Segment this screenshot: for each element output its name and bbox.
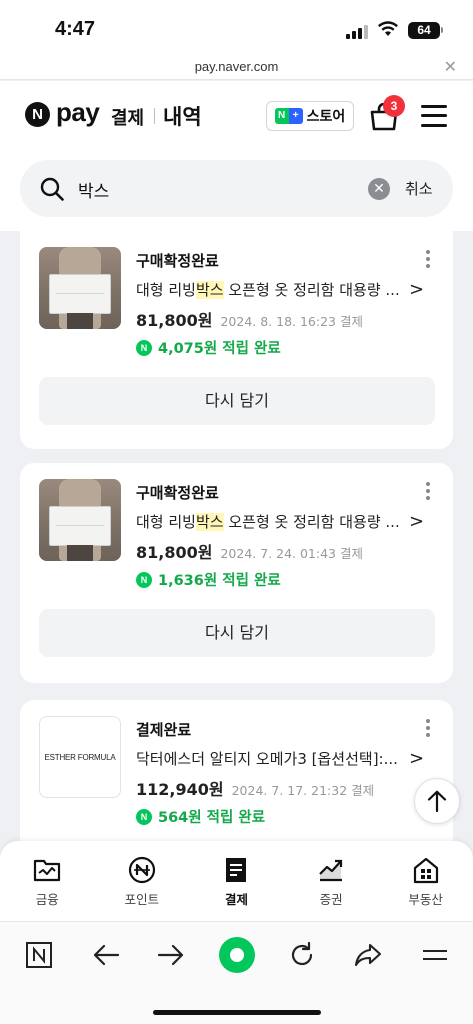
search-bar[interactable]: 박스 ✕ 취소 xyxy=(20,160,453,217)
product-title[interactable]: 닥터에스더 알티지 오메가3 [옵션선택]:... xyxy=(136,748,404,769)
search-highlight: 박스 xyxy=(195,513,224,531)
battery-icon: 64 xyxy=(408,22,440,39)
order-card[interactable]: 구매확정완료 대형 리빙박스 오픈형 옷 정리함 대용량 ... > 81,80… xyxy=(20,231,453,449)
search-highlight: 박스 xyxy=(195,281,224,299)
point-earned: 4,075원 적립 완료 xyxy=(158,341,281,357)
add-to-cart-again-button[interactable]: 다시 담기 xyxy=(39,609,435,657)
naver-plus-store-button[interactable]: N + 스토어 xyxy=(266,101,354,131)
order-status: 구매확정완료 xyxy=(136,252,219,270)
more-options-icon[interactable] xyxy=(425,250,431,268)
search-input[interactable]: 박스 xyxy=(78,177,109,202)
tab-label: 포인트 xyxy=(124,892,160,907)
arrow-up-icon xyxy=(427,790,447,812)
tab-payment-active[interactable]: 결제 xyxy=(189,841,284,921)
chevron-right-icon[interactable]: > xyxy=(409,279,424,300)
tab-label: 증권 xyxy=(319,892,343,907)
payment-receipt-icon xyxy=(226,858,247,882)
bottom-tab-bar: 금융 포인트 결제 증권 부동산 xyxy=(0,841,473,921)
status-bar: 4:47 64 xyxy=(0,0,473,54)
order-list[interactable]: 구매확정완료 대형 리빙박스 오픈형 옷 정리함 대용량 ... > 81,80… xyxy=(0,231,473,841)
more-options-icon[interactable] xyxy=(425,719,431,737)
product-title[interactable]: 대형 리빙박스 오픈형 옷 정리함 대용량 ... xyxy=(136,279,404,300)
green-dot-home-icon[interactable] xyxy=(218,936,256,974)
order-price: 81,800원 xyxy=(136,311,213,330)
order-card[interactable]: ESTHER FORMULA 결제완료 닥터에스더 알티지 오메가3 [옵션선택… xyxy=(20,700,453,841)
chevron-right-icon[interactable]: > xyxy=(409,748,424,769)
naver-point-icon: N xyxy=(136,339,152,356)
browser-toolbar xyxy=(0,921,473,1024)
naver-point-icon: N xyxy=(136,571,152,588)
forward-arrow-icon[interactable] xyxy=(154,938,188,972)
point-earned: 564원 적립 완료 xyxy=(158,810,266,826)
cellular-signal-icon xyxy=(346,25,368,39)
order-price: 81,800원 xyxy=(136,543,213,562)
pay-logo[interactable]: pay xyxy=(56,97,100,128)
tab-label: 결제 xyxy=(224,892,248,907)
naver-point-icon: N xyxy=(136,808,152,825)
clear-search-icon[interactable]: ✕ xyxy=(368,178,390,200)
chevron-right-icon[interactable]: > xyxy=(409,511,424,532)
back-arrow-icon[interactable] xyxy=(89,938,123,972)
browser-menu-icon[interactable] xyxy=(418,938,452,972)
cart-count-badge: 3 xyxy=(383,95,405,117)
url-text: pay.naver.com xyxy=(194,59,279,74)
scroll-to-top-button[interactable] xyxy=(414,778,460,824)
tab-label: 부동산 xyxy=(408,892,443,907)
tab-points[interactable]: 포인트 xyxy=(95,841,190,921)
tab-finance[interactable]: 금융 xyxy=(0,841,95,921)
order-status: 결제완료 xyxy=(136,721,192,739)
tab-stocks[interactable]: 증권 xyxy=(284,841,379,921)
finance-folder-icon xyxy=(34,859,61,882)
order-price: 112,940원 xyxy=(136,780,224,799)
order-date: 2024. 7. 17. 21:32 결제 xyxy=(231,783,375,798)
naver-home-icon[interactable] xyxy=(22,938,56,972)
tab-real-estate[interactable]: 부동산 xyxy=(378,841,473,921)
wifi-icon xyxy=(378,21,398,36)
point-earned: 1,636원 적립 완료 xyxy=(158,573,281,589)
product-thumbnail[interactable]: ESTHER FORMULA xyxy=(39,716,121,798)
home-indicator xyxy=(153,1010,321,1015)
status-time: 4:47 xyxy=(55,18,96,40)
order-date: 2024. 7. 24. 01:43 결제 xyxy=(220,546,363,561)
order-status: 구매확정완료 xyxy=(136,484,219,502)
point-coin-icon xyxy=(128,856,155,884)
tab-payment[interactable]: 결제 xyxy=(111,104,144,130)
tab-label: 금융 xyxy=(35,892,59,907)
stock-chart-icon xyxy=(319,859,343,882)
add-to-cart-again-button[interactable]: 다시 담기 xyxy=(39,377,435,425)
url-bar[interactable]: pay.naver.com ✕ xyxy=(0,54,473,80)
search-icon xyxy=(40,177,64,201)
reload-icon[interactable] xyxy=(285,938,319,972)
store-button-label: 스토어 xyxy=(306,109,346,125)
naver-logo-icon[interactable]: N xyxy=(25,102,50,127)
product-thumbnail[interactable] xyxy=(39,479,121,561)
product-title[interactable]: 대형 리빙박스 오픈형 옷 정리함 대용량 ... xyxy=(136,511,404,532)
hamburger-menu-icon[interactable] xyxy=(421,105,447,127)
more-options-icon[interactable] xyxy=(425,482,431,500)
divider xyxy=(154,108,155,124)
close-icon[interactable]: ✕ xyxy=(444,57,457,76)
share-icon[interactable] xyxy=(351,938,385,972)
page-header: N pay 결제 내역 N + 스토어 3 박스 ✕ 취소 xyxy=(0,81,473,231)
product-thumbnail[interactable] xyxy=(39,247,121,329)
cancel-search-button[interactable]: 취소 xyxy=(405,178,433,199)
naver-plus-icon: N + xyxy=(274,108,303,124)
order-card[interactable]: 구매확정완료 대형 리빙박스 오픈형 옷 정리함 대용량 ... > 81,80… xyxy=(20,463,453,683)
tab-history[interactable]: 내역 xyxy=(163,101,202,131)
order-date: 2024. 8. 18. 16:23 결제 xyxy=(220,314,363,329)
real-estate-building-icon xyxy=(413,857,438,884)
